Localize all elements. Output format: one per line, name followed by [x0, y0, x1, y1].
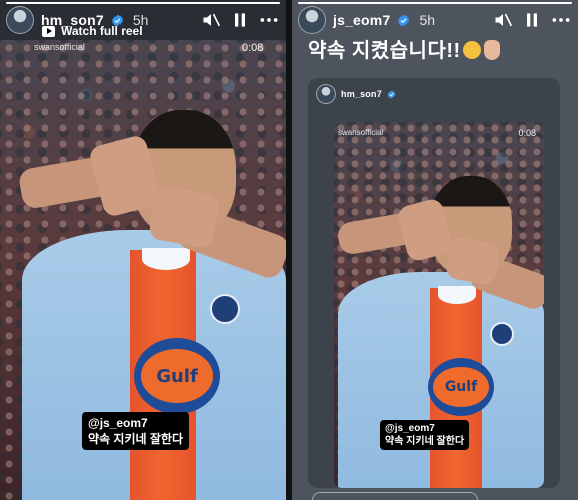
watch-full-reel-button[interactable]: Watch full reel [42, 24, 143, 38]
victory-hand-emoji-icon [483, 40, 500, 60]
sticker-caption: 약속 지키네 잘한다 [385, 436, 465, 447]
avatar[interactable] [6, 6, 34, 34]
more-options-icon[interactable] [550, 9, 572, 31]
shared-post-card[interactable]: hm_son7 Gulf @js_eom7 약속 지키네 잘한다 swansof… [308, 78, 560, 488]
caption-sticker[interactable]: @js_eom7 약속 지키네 잘한다 [380, 420, 470, 450]
gulf-logo: Gulf [134, 338, 220, 414]
more-options-icon[interactable] [258, 9, 280, 31]
shared-post-username[interactable]: hm_son7 [341, 89, 382, 99]
verified-badge-icon [398, 14, 410, 26]
avatar[interactable] [316, 84, 336, 104]
story-username[interactable]: js_eom7 [333, 12, 390, 28]
watch-full-reel-label: Watch full reel [61, 24, 143, 38]
shared-post-header: hm_son7 [316, 84, 396, 104]
speaker-muted-icon[interactable] [492, 9, 514, 31]
story-text: 약속 지켰습니다!! [308, 34, 500, 63]
reel-source: swansofficial [338, 128, 384, 137]
shared-reel-photo: Gulf @js_eom7 약속 지키네 잘한다 swansofficial 0… [334, 122, 544, 488]
story-time: 5h [419, 12, 436, 28]
reel-source: swansofficial [34, 42, 85, 52]
reel-duration: 0:08 [518, 128, 536, 138]
speaker-muted-icon[interactable] [200, 9, 222, 31]
story-progress-bar [6, 2, 280, 4]
gulf-logo: Gulf [428, 358, 494, 416]
reel-play-icon [42, 25, 55, 37]
grin-emoji-icon [462, 41, 481, 59]
caption-sticker[interactable]: @js_eom7 약속 지키네 잘한다 [82, 412, 189, 450]
avatar[interactable] [298, 6, 326, 34]
story-panel-left[interactable]: Gulf @js_eom7 약속 지키네 잘한다 hm_son7 5h Watc… [0, 0, 286, 500]
mention-sticker: @js_eom7 [385, 423, 435, 434]
pause-icon[interactable] [229, 9, 251, 31]
sticker-caption: 약속 지키네 잘한다 [88, 432, 183, 446]
reply-bar[interactable] [312, 492, 478, 500]
verified-badge-icon [387, 89, 396, 99]
pause-icon[interactable] [521, 9, 543, 31]
reel-photo: Gulf @js_eom7 약속 지키네 잘한다 [0, 40, 286, 500]
mention-sticker: @js_eom7 [88, 416, 148, 430]
story-progress-bar [298, 2, 572, 4]
reel-duration: 0:08 [242, 42, 264, 54]
story-header: js_eom7 5h [298, 6, 572, 34]
story-panel-right[interactable]: js_eom7 5h 약속 지켰습니다!! hm_son7 Gulf @js_e… [292, 0, 578, 500]
